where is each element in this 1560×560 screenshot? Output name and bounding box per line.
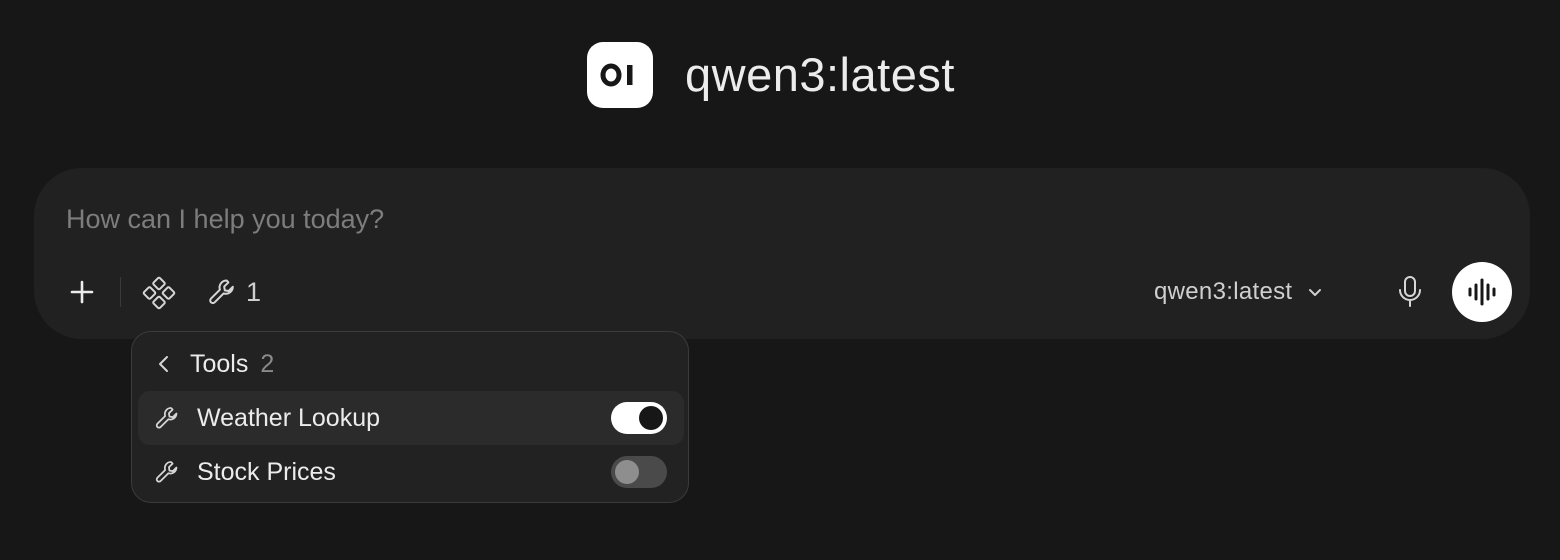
- tool-toggle-weather-lookup[interactable]: [611, 402, 667, 434]
- tools-menu-count: 2: [260, 349, 275, 378]
- header: qwen3:latest: [587, 42, 955, 108]
- model-selector[interactable]: qwen3:latest: [1154, 274, 1326, 310]
- tool-item-label: Stock Prices: [197, 457, 336, 486]
- tools-menu-title: Tools: [190, 349, 249, 378]
- toggle-knob: [639, 406, 663, 430]
- waveform-icon: [1468, 278, 1496, 306]
- tools-menu-back[interactable]: Tools 2: [152, 348, 274, 380]
- tool-item-label: Weather Lookup: [197, 403, 380, 432]
- plus-icon: [70, 280, 94, 304]
- wrench-icon: [209, 279, 234, 305]
- tools-button[interactable]: [204, 274, 240, 310]
- microphone-button[interactable]: [1392, 274, 1428, 310]
- message-composer: 1 qwen3:latest: [34, 168, 1530, 339]
- voice-mode-button[interactable]: [1452, 262, 1512, 322]
- chat-input[interactable]: [64, 196, 964, 242]
- add-button[interactable]: [64, 274, 100, 310]
- microphone-icon: [1399, 276, 1421, 307]
- tool-item-weather-lookup[interactable]: Weather Lookup: [138, 391, 684, 445]
- tool-item-stock-prices[interactable]: Stock Prices: [138, 445, 684, 499]
- chevron-down-icon: [1309, 289, 1322, 296]
- toggle-knob: [615, 460, 639, 484]
- wrench-icon: [152, 457, 182, 487]
- app-logo: [587, 42, 653, 108]
- tools-enabled-count[interactable]: 1: [246, 276, 261, 308]
- model-selector-label: qwen3:latest: [1154, 278, 1293, 305]
- tools-menu: Tools 2 Weather Lookup Stock Prices: [131, 331, 689, 503]
- tool-toggle-stock-prices[interactable]: [611, 456, 667, 488]
- model-title: qwen3:latest: [685, 48, 955, 101]
- integrations-button[interactable]: [140, 274, 178, 312]
- toolbar-divider: [120, 277, 121, 307]
- wrench-icon: [152, 403, 182, 433]
- chevron-left-icon: [159, 356, 168, 372]
- logo-mark: [600, 63, 633, 87]
- integrations-icon: [142, 276, 176, 310]
